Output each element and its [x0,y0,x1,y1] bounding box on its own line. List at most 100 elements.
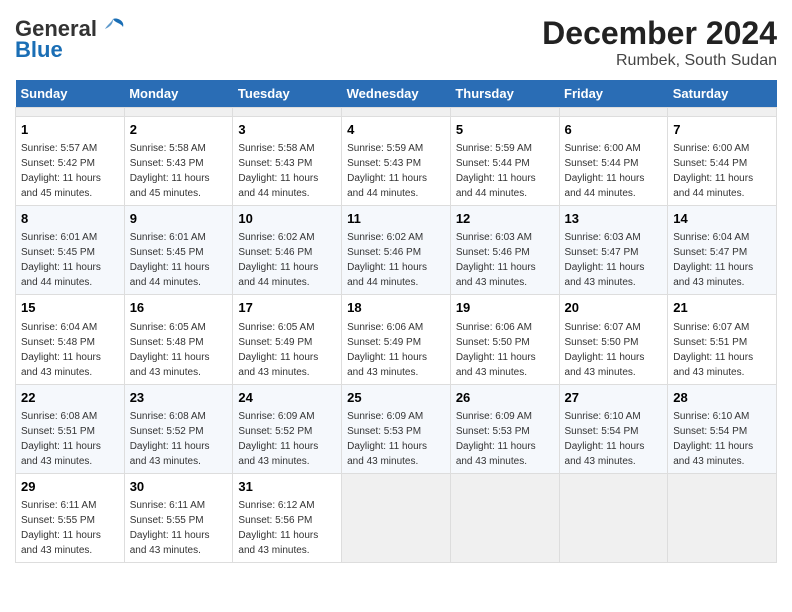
day-number: 13 [565,210,663,228]
day-info: Sunrise: 5:59 AMSunset: 5:44 PMDaylight:… [456,143,536,199]
calendar-cell [16,108,125,117]
day-number: 25 [347,389,445,407]
calendar-cell: 24 Sunrise: 6:09 AMSunset: 5:52 PMDayligh… [233,384,342,473]
calendar-cell: 8 Sunrise: 6:01 AMSunset: 5:45 PMDaylight… [16,206,125,295]
day-number: 20 [565,299,663,317]
day-number: 10 [238,210,336,228]
calendar-cell: 31 Sunrise: 6:12 AMSunset: 5:56 PMDayligh… [233,473,342,562]
day-number: 26 [456,389,554,407]
day-number: 1 [21,121,119,139]
day-info: Sunrise: 6:09 AMSunset: 5:52 PMDaylight:… [238,411,318,467]
day-number: 19 [456,299,554,317]
header-saturday: Saturday [668,80,777,108]
header-sunday: Sunday [16,80,125,108]
logo-bird-icon [99,15,127,43]
day-info: Sunrise: 6:05 AMSunset: 5:49 PMDaylight:… [238,322,318,378]
day-info: Sunrise: 6:03 AMSunset: 5:46 PMDaylight:… [456,232,536,288]
day-info: Sunrise: 6:04 AMSunset: 5:47 PMDaylight:… [673,232,753,288]
day-number: 22 [21,389,119,407]
calendar-week-5: 29 Sunrise: 6:11 AMSunset: 5:55 PMDayligh… [16,473,777,562]
header-tuesday: Tuesday [233,80,342,108]
day-number: 17 [238,299,336,317]
day-info: Sunrise: 5:59 AMSunset: 5:43 PMDaylight:… [347,143,427,199]
day-number: 14 [673,210,771,228]
calendar-cell: 15Sunrise: 6:04 AMSunset: 5:48 PMDayligh… [16,295,125,384]
calendar-body: 1Sunrise: 5:57 AMSunset: 5:42 PMDaylight… [16,108,777,563]
day-info: Sunrise: 6:07 AMSunset: 5:51 PMDaylight:… [673,322,753,378]
day-info: Sunrise: 6:07 AMSunset: 5:50 PMDaylight:… [565,322,645,378]
day-number: 28 [673,389,771,407]
day-info: Sunrise: 6:10 AMSunset: 5:54 PMDaylight:… [673,411,753,467]
calendar-cell: 16 Sunrise: 6:05 AMSunset: 5:48 PMDayligh… [124,295,233,384]
calendar-cell: 25 Sunrise: 6:09 AMSunset: 5:53 PMDayligh… [342,384,451,473]
day-number: 2 [130,121,228,139]
day-info: Sunrise: 6:06 AMSunset: 5:50 PMDaylight:… [456,322,536,378]
day-info: Sunrise: 6:09 AMSunset: 5:53 PMDaylight:… [456,411,536,467]
calendar-cell: 19 Sunrise: 6:06 AMSunset: 5:50 PMDayligh… [450,295,559,384]
calendar-week-0 [16,108,777,117]
calendar-cell: 21 Sunrise: 6:07 AMSunset: 5:51 PMDayligh… [668,295,777,384]
logo: General Blue [15,15,127,63]
calendar-cell: 14 Sunrise: 6:04 AMSunset: 5:47 PMDayligh… [668,206,777,295]
day-number: 31 [238,478,336,496]
calendar-cell: 3Sunrise: 5:58 AMSunset: 5:43 PMDaylight… [233,117,342,206]
day-info: Sunrise: 6:04 AMSunset: 5:48 PMDaylight:… [21,322,101,378]
calendar-cell [668,108,777,117]
day-number: 8 [21,210,119,228]
day-info: Sunrise: 6:11 AMSunset: 5:55 PMDaylight:… [21,500,101,556]
calendar-cell: 17 Sunrise: 6:05 AMSunset: 5:49 PMDayligh… [233,295,342,384]
day-number: 23 [130,389,228,407]
day-info: Sunrise: 6:10 AMSunset: 5:54 PMDaylight:… [565,411,645,467]
header-wednesday: Wednesday [342,80,451,108]
calendar-week-3: 15Sunrise: 6:04 AMSunset: 5:48 PMDayligh… [16,295,777,384]
day-number: 24 [238,389,336,407]
day-number: 21 [673,299,771,317]
day-number: 29 [21,478,119,496]
calendar-header: SundayMondayTuesdayWednesdayThursdayFrid… [16,80,777,108]
calendar-cell [342,108,451,117]
day-info: Sunrise: 6:01 AMSunset: 5:45 PMDaylight:… [21,232,101,288]
calendar-cell: 2Sunrise: 5:58 AMSunset: 5:43 PMDaylight… [124,117,233,206]
day-info: Sunrise: 6:02 AMSunset: 5:46 PMDaylight:… [238,232,318,288]
header-thursday: Thursday [450,80,559,108]
calendar-cell: 23 Sunrise: 6:08 AMSunset: 5:52 PMDayligh… [124,384,233,473]
calendar-cell: 7Sunrise: 6:00 AMSunset: 5:44 PMDaylight… [668,117,777,206]
day-number: 18 [347,299,445,317]
calendar-week-1: 1Sunrise: 5:57 AMSunset: 5:42 PMDaylight… [16,117,777,206]
calendar-cell: 10 Sunrise: 6:02 AMSunset: 5:46 PMDayligh… [233,206,342,295]
calendar-week-4: 22 Sunrise: 6:08 AMSunset: 5:51 PMDayligh… [16,384,777,473]
day-info: Sunrise: 6:08 AMSunset: 5:52 PMDaylight:… [130,411,210,467]
day-number: 11 [347,210,445,228]
calendar-cell: 11Sunrise: 6:02 AMSunset: 5:46 PMDayligh… [342,206,451,295]
day-number: 9 [130,210,228,228]
day-number: 16 [130,299,228,317]
calendar-table: SundayMondayTuesdayWednesdayThursdayFrid… [15,80,777,563]
day-info: Sunrise: 6:00 AMSunset: 5:44 PMDaylight:… [565,143,645,199]
header: General Blue December 2024 Rumbek, South… [15,15,777,70]
day-info: Sunrise: 6:05 AMSunset: 5:48 PMDaylight:… [130,322,210,378]
calendar-week-2: 8 Sunrise: 6:01 AMSunset: 5:45 PMDaylight… [16,206,777,295]
calendar-cell: 26 Sunrise: 6:09 AMSunset: 5:53 PMDayligh… [450,384,559,473]
day-number: 12 [456,210,554,228]
day-number: 5 [456,121,554,139]
calendar-cell: 30Sunrise: 6:11 AMSunset: 5:55 PMDayligh… [124,473,233,562]
day-info: Sunrise: 6:08 AMSunset: 5:51 PMDaylight:… [21,411,101,467]
day-number: 7 [673,121,771,139]
day-number: 4 [347,121,445,139]
header-monday: Monday [124,80,233,108]
calendar-cell: 18 Sunrise: 6:06 AMSunset: 5:49 PMDayligh… [342,295,451,384]
calendar-cell [559,108,668,117]
calendar-cell: 13 Sunrise: 6:03 AMSunset: 5:47 PMDayligh… [559,206,668,295]
day-info: Sunrise: 6:01 AMSunset: 5:45 PMDaylight:… [130,232,210,288]
day-info: Sunrise: 6:12 AMSunset: 5:56 PMDaylight:… [238,500,318,556]
header-friday: Friday [559,80,668,108]
day-info: Sunrise: 6:06 AMSunset: 5:49 PMDaylight:… [347,322,427,378]
day-number: 6 [565,121,663,139]
calendar-cell: 9 Sunrise: 6:01 AMSunset: 5:45 PMDaylight… [124,206,233,295]
day-info: Sunrise: 6:03 AMSunset: 5:47 PMDaylight:… [565,232,645,288]
logo-blue: Blue [15,37,63,63]
day-info: Sunrise: 5:58 AMSunset: 5:43 PMDaylight:… [238,143,318,199]
calendar-cell: 6 Sunrise: 6:00 AMSunset: 5:44 PMDaylight… [559,117,668,206]
calendar-subtitle: Rumbek, South Sudan [542,52,777,70]
day-info: Sunrise: 6:09 AMSunset: 5:53 PMDaylight:… [347,411,427,467]
